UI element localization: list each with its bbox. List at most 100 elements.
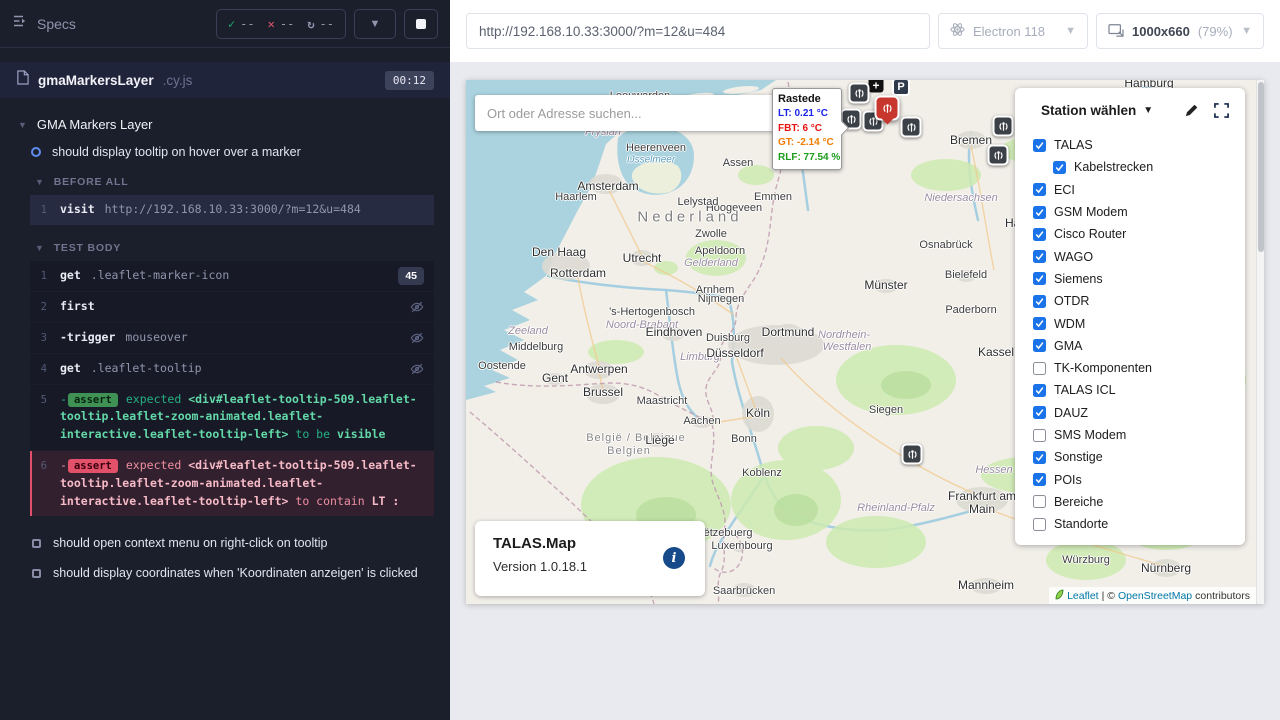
layer-checkbox-row[interactable]: GSM Modem bbox=[1033, 201, 1235, 223]
layer-checkbox-row[interactable]: Cisco Router bbox=[1033, 223, 1235, 245]
command-row[interactable]: 2first bbox=[30, 292, 434, 322]
pending-test-title: should open context menu on right-click … bbox=[53, 536, 327, 550]
layer-checkbox-row[interactable]: Standorte bbox=[1033, 513, 1235, 535]
url-input[interactable] bbox=[479, 24, 917, 39]
layer-checkbox-row[interactable]: Sonstige bbox=[1033, 446, 1235, 468]
checkbox-unchecked[interactable] bbox=[1033, 362, 1046, 375]
scrollbar-thumb[interactable] bbox=[1258, 82, 1264, 252]
layer-checkbox-row[interactable]: GMA bbox=[1033, 335, 1235, 357]
command-row[interactable]: 1get.leaflet-marker-icon45 bbox=[30, 261, 434, 291]
layer-label: Siemens bbox=[1054, 272, 1103, 286]
browser-selector[interactable]: Electron 118 ▼ bbox=[938, 13, 1088, 49]
command-log-before-all: 1visithttp://192.168.10.33:3000/?m=12&u=… bbox=[30, 195, 434, 225]
checkbox-checked[interactable] bbox=[1033, 451, 1046, 464]
spec-file-row[interactable]: gmaMarkersLayer.cy.js 00:12 bbox=[0, 62, 450, 98]
iframe-scrollbar[interactable] bbox=[1256, 80, 1264, 604]
station-select[interactable]: Station wählen bbox=[1041, 103, 1136, 118]
command-text: get.leaflet-tooltip bbox=[60, 360, 400, 378]
checkbox-checked[interactable] bbox=[1033, 250, 1046, 263]
checkbox-checked[interactable] bbox=[1033, 473, 1046, 486]
layer-checkbox-row[interactable]: Kabelstrecken bbox=[1053, 156, 1235, 178]
osm-link[interactable]: OpenStreetMap bbox=[1118, 590, 1192, 602]
viewport-selector[interactable]: 1000x660 (79%) ▼ bbox=[1096, 13, 1264, 49]
stop-button[interactable] bbox=[404, 9, 438, 39]
viewport-zoom: (79%) bbox=[1198, 24, 1233, 39]
pending-test-row[interactable]: should display coordinates when 'Koordin… bbox=[0, 558, 450, 588]
map-marker[interactable] bbox=[849, 83, 870, 104]
check-icon: ✓ bbox=[228, 17, 235, 31]
map-marker[interactable] bbox=[988, 145, 1009, 166]
layer-checkbox-row[interactable]: TALAS bbox=[1033, 134, 1235, 156]
layer-label: DAUZ bbox=[1054, 406, 1088, 420]
map-marker[interactable] bbox=[902, 444, 923, 465]
checkbox-checked[interactable] bbox=[1033, 228, 1046, 241]
layer-checkbox-row[interactable]: Bereiche bbox=[1033, 491, 1235, 513]
station-layer-panel: Station wählen ▼ TALASKabelstrecken ECI GS… bbox=[1015, 88, 1245, 545]
command-row[interactable]: 5-assertexpected <div#leaflet-tooltip-50… bbox=[30, 385, 434, 450]
checkbox-checked[interactable] bbox=[1033, 272, 1046, 285]
active-test-row[interactable]: should display tooltip on hover over a m… bbox=[0, 139, 450, 167]
geocoder-search[interactable] bbox=[475, 95, 783, 131]
map-marker[interactable] bbox=[901, 117, 922, 138]
collapse-all-button[interactable]: ▼ bbox=[354, 9, 396, 39]
app-title: TALAS.Map bbox=[493, 535, 687, 552]
layer-checkbox-row[interactable]: WAGO bbox=[1033, 245, 1235, 267]
layer-checkbox-row[interactable]: POIs bbox=[1033, 468, 1235, 490]
checkbox-unchecked[interactable] bbox=[1033, 495, 1046, 508]
map-attribution: Leaflet | © OpenStreetMap contributors bbox=[1049, 587, 1256, 604]
caret-icon: ▼ bbox=[35, 177, 45, 187]
layer-checkbox-row[interactable]: TALAS ICL bbox=[1033, 379, 1235, 401]
map-marker[interactable] bbox=[993, 116, 1014, 137]
layer-checkbox-row[interactable]: Siemens bbox=[1033, 268, 1235, 290]
checkbox-unchecked[interactable] bbox=[1033, 518, 1046, 531]
invisible-element-icon bbox=[400, 360, 424, 378]
command-number: 2 bbox=[30, 298, 60, 316]
hook-before-all[interactable]: ▼ BEFORE ALL bbox=[0, 167, 450, 193]
checkbox-unchecked[interactable] bbox=[1033, 429, 1046, 442]
checkbox-checked[interactable] bbox=[1033, 139, 1046, 152]
pending-tests: should open context menu on right-click … bbox=[0, 528, 450, 588]
invisible-element-icon bbox=[400, 329, 424, 347]
layer-label: ECI bbox=[1054, 183, 1075, 197]
command-number: 3 bbox=[30, 329, 60, 347]
command-row[interactable]: 4get.leaflet-tooltip bbox=[30, 354, 434, 384]
command-number: 1 bbox=[30, 201, 60, 219]
search-input[interactable] bbox=[487, 106, 771, 121]
checkbox-checked[interactable] bbox=[1033, 206, 1046, 219]
viewport-icon bbox=[1108, 23, 1124, 40]
info-icon[interactable]: i bbox=[663, 547, 685, 569]
command-row[interactable]: 1visithttp://192.168.10.33:3000/?m=12&u=… bbox=[30, 195, 434, 225]
checkbox-checked[interactable] bbox=[1033, 339, 1046, 352]
active-marker[interactable] bbox=[875, 96, 900, 121]
chevron-down-icon[interactable]: ▼ bbox=[1143, 105, 1153, 116]
leaflet-link[interactable]: Leaflet bbox=[1067, 590, 1099, 602]
checkbox-checked[interactable] bbox=[1033, 406, 1046, 419]
checkbox-checked[interactable] bbox=[1033, 384, 1046, 397]
layer-checkbox-list: TALASKabelstrecken ECI GSM ModemCisco Rout… bbox=[1015, 128, 1245, 543]
suite-row[interactable]: ▼ GMA Markers Layer bbox=[0, 110, 450, 139]
url-bar[interactable] bbox=[466, 13, 930, 49]
command-row[interactable]: 6-assertexpected <div#leaflet-tooltip-50… bbox=[30, 451, 434, 516]
edit-pencil-icon[interactable] bbox=[1184, 103, 1199, 118]
checkbox-checked[interactable] bbox=[1033, 183, 1046, 196]
specs-menu-button[interactable]: Specs bbox=[12, 13, 76, 34]
running-test-icon bbox=[31, 147, 41, 157]
pending-test-row[interactable]: should open context menu on right-click … bbox=[0, 528, 450, 558]
layer-checkbox-row[interactable]: ECI bbox=[1033, 179, 1235, 201]
layer-checkbox-row[interactable]: WDM bbox=[1033, 312, 1235, 334]
command-row[interactable]: 3-triggermouseover bbox=[30, 323, 434, 353]
marker-tooltip[interactable]: Rastede LT: 0.21 °CFBT: 6 °CGT: -2.14 °C… bbox=[772, 88, 842, 170]
layer-checkbox-row[interactable]: DAUZ bbox=[1033, 402, 1235, 424]
checkbox-checked[interactable] bbox=[1033, 295, 1046, 308]
hook-test-body[interactable]: ▼ TEST BODY bbox=[0, 233, 450, 259]
layer-checkbox-row[interactable]: OTDR bbox=[1033, 290, 1235, 312]
checkbox-checked[interactable] bbox=[1033, 317, 1046, 330]
checkbox-checked[interactable] bbox=[1053, 161, 1066, 174]
hook-label: TEST BODY bbox=[54, 242, 121, 254]
layer-checkbox-row[interactable]: SMS Modem bbox=[1033, 424, 1235, 446]
map-marker[interactable]: P bbox=[892, 80, 910, 96]
pending-test-title: should display coordinates when 'Koordin… bbox=[53, 566, 418, 580]
map-marker[interactable]: + bbox=[869, 80, 884, 93]
layer-checkbox-row[interactable]: TK-Komponenten bbox=[1033, 357, 1235, 379]
fullscreen-icon[interactable] bbox=[1214, 103, 1229, 118]
